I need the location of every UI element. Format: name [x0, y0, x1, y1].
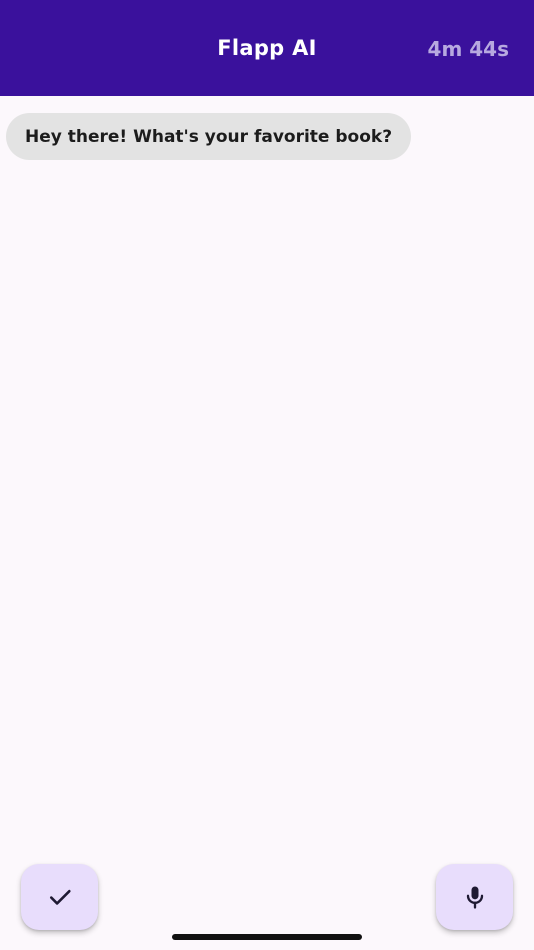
chat-screen: Flapp AI 4m 44s Hey there! What's your f… [0, 0, 534, 950]
finish-button[interactable] [21, 864, 98, 930]
check-icon [49, 889, 71, 905]
timer: 4m 44s [427, 37, 509, 61]
ai-message-bubble: Hey there! What's your favorite book? [6, 113, 412, 160]
app-header: Flapp AI 4m 44s [0, 0, 534, 96]
microphone-icon [466, 886, 483, 909]
home-indicator [172, 934, 362, 940]
message-text: Hey there! What's your favorite book? [25, 126, 393, 147]
microphone-button[interactable] [436, 864, 513, 930]
